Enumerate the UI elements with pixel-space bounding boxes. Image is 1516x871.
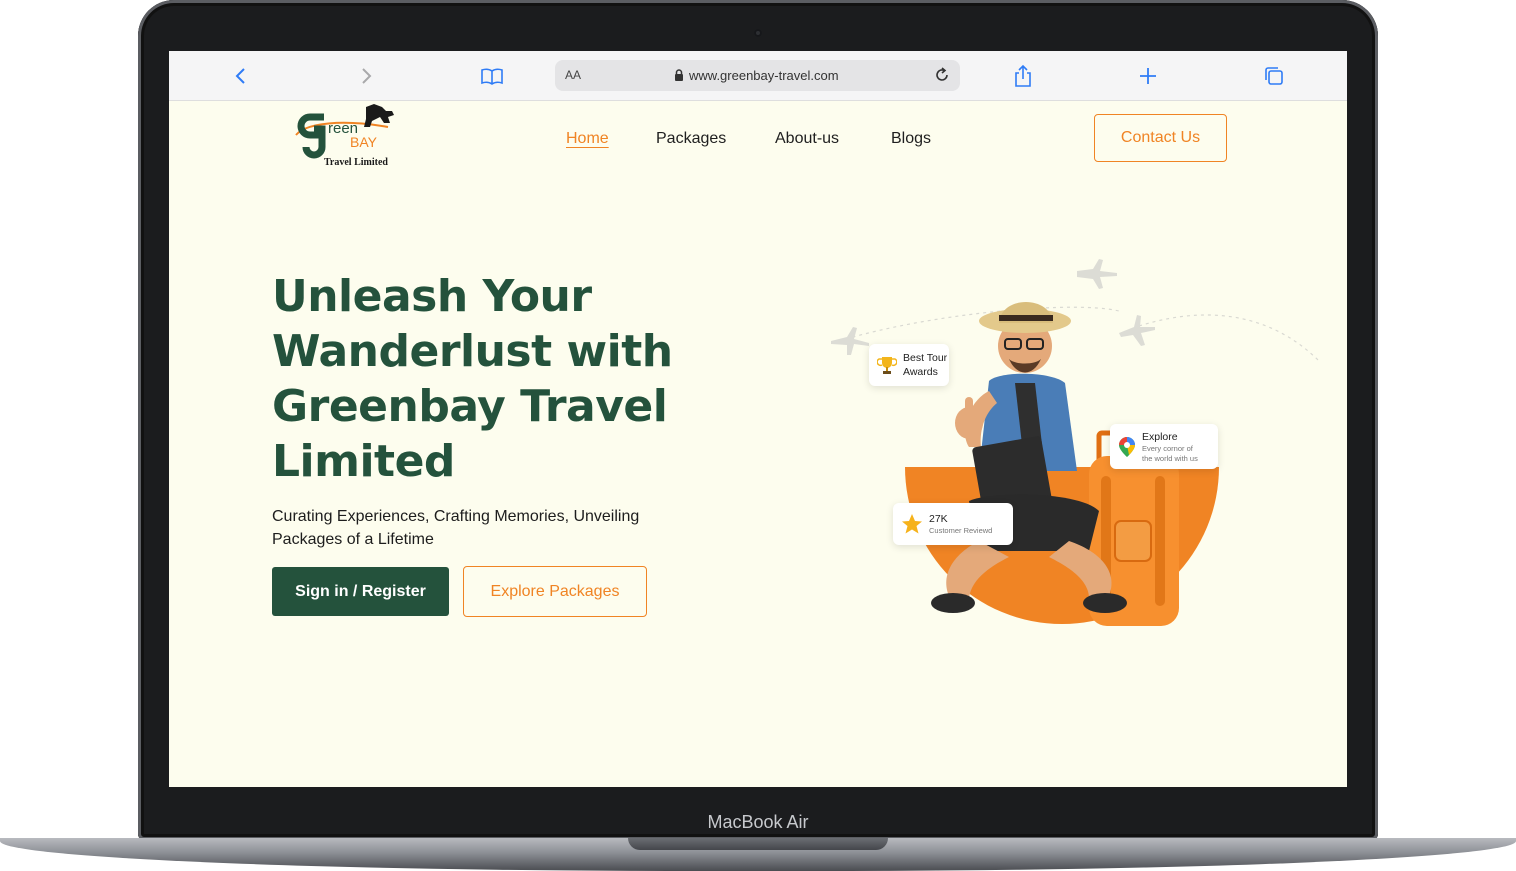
- new-tab-button[interactable]: [1134, 63, 1162, 89]
- lock-icon: [675, 69, 683, 81]
- reload-icon: [936, 67, 948, 81]
- explore-line2: the world with us: [1142, 453, 1198, 463]
- text-size-button[interactable]: AA: [565, 68, 581, 82]
- nav-blogs[interactable]: Blogs: [891, 130, 931, 148]
- sign-in-register-button[interactable]: Sign in / Register: [272, 567, 449, 616]
- award-line2: Awards: [903, 366, 938, 378]
- reviews-badge: 27K Customer Reviewd: [893, 503, 1013, 545]
- forward-button[interactable]: [352, 63, 380, 89]
- tabs-button[interactable]: [1260, 63, 1288, 89]
- logo-word-bay: BAY: [350, 134, 378, 150]
- site-logo[interactable]: reen BAY Travel Limited: [292, 103, 402, 173]
- back-button[interactable]: [227, 63, 255, 89]
- laptop-hinge-notch: [628, 838, 888, 850]
- book-icon: [481, 68, 503, 85]
- nav-about-us[interactable]: About-us: [775, 130, 839, 148]
- traveler-illustration: [831, 259, 1320, 626]
- best-tour-awards-badge: Best Tour Awards: [869, 344, 949, 386]
- explore-title: Explore: [1142, 430, 1178, 443]
- nav-packages[interactable]: Packages: [656, 130, 726, 148]
- browser-toolbar: AA www.greenbay-travel.com: [169, 51, 1347, 101]
- greenbay-logo: reen BAY Travel Limited: [295, 104, 394, 168]
- reload-button[interactable]: [932, 65, 952, 89]
- nav-home[interactable]: Home: [566, 130, 609, 148]
- award-line1: Best Tour: [903, 352, 948, 364]
- model-label: MacBook Air: [707, 812, 809, 832]
- hero-title: Unleash Your Wanderlust with Greenbay Tr…: [272, 271, 673, 487]
- logo-tagline: Travel Limited: [324, 157, 388, 168]
- chevron-left-icon: [235, 68, 245, 84]
- map-pin-icon: [1118, 436, 1136, 458]
- hero-illustration: Best Tour Awards Explore Every cornor of…: [819, 251, 1339, 641]
- bookmarks-button[interactable]: [478, 63, 506, 89]
- reviews-count: 27K: [929, 513, 948, 525]
- reviews-label: Customer Reviewd: [929, 526, 993, 535]
- star-icon: [901, 513, 923, 535]
- chevron-right-icon: [362, 68, 372, 84]
- share-button[interactable]: [1009, 63, 1037, 89]
- browser-screen: AA www.greenbay-travel.com reen BAY Trav…: [169, 51, 1347, 787]
- contact-us-button[interactable]: Contact Us: [1094, 114, 1227, 162]
- explore-line1: Every cornor of: [1142, 443, 1193, 453]
- url-text: www.greenbay-travel.com: [689, 68, 839, 83]
- hero-subtitle: Curating Experiences, Crafting Memories,…: [272, 508, 640, 548]
- explore-badge: Explore Every cornor of the world with u…: [1110, 424, 1218, 469]
- explore-packages-button[interactable]: Explore Packages: [463, 566, 647, 617]
- plus-icon: [1140, 68, 1156, 84]
- share-icon: [1015, 64, 1031, 87]
- trophy-icon: [877, 355, 897, 375]
- camera-icon: [754, 29, 762, 37]
- address-bar[interactable]: AA www.greenbay-travel.com: [555, 60, 960, 91]
- tabs-icon: [1265, 67, 1283, 85]
